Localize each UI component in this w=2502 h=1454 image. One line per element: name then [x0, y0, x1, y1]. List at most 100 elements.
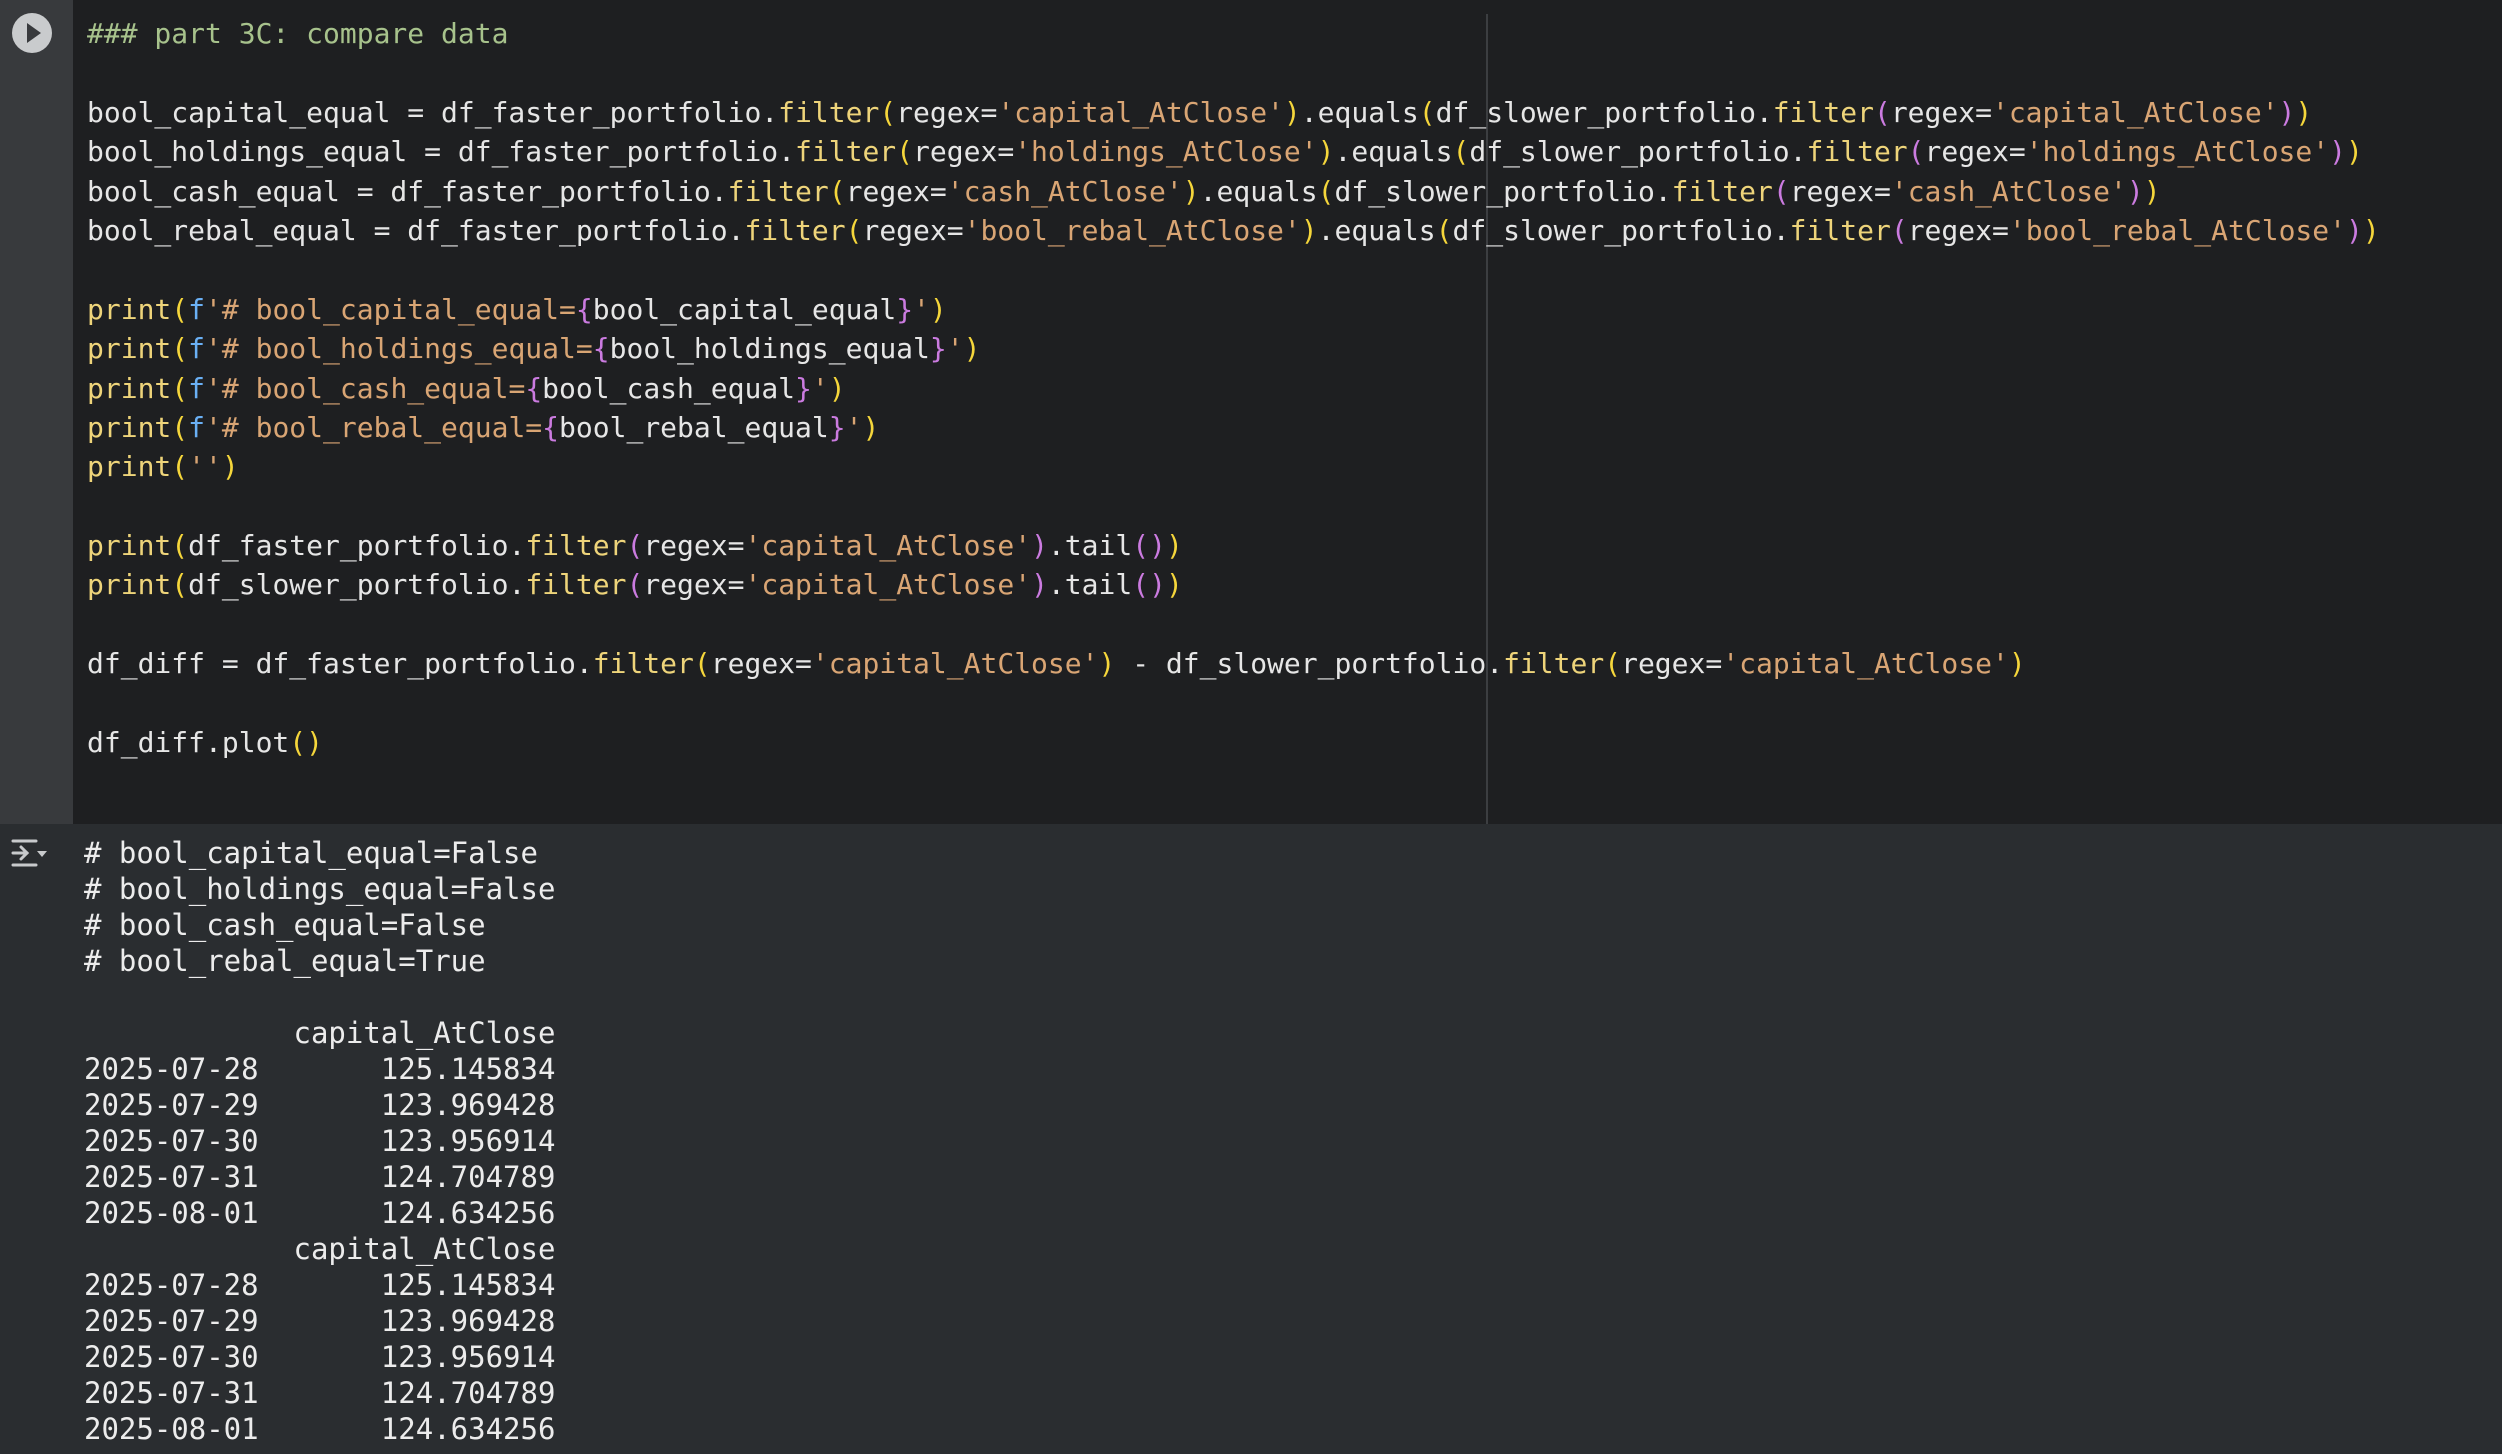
code-token: (: [1772, 174, 1790, 208]
code-token: (: [171, 450, 189, 484]
code-token: (: [626, 529, 644, 563]
code-token: ): [862, 410, 880, 444]
code-token: ): [929, 292, 947, 326]
code-token: ): [1317, 135, 1335, 169]
code-token: df_slower_portfolio.: [188, 568, 526, 602]
output-line: 2025-08-01 124.634256: [84, 1196, 556, 1230]
code-token: (: [171, 410, 189, 444]
code-token: 'holdings_AtClose': [2025, 135, 2330, 169]
code-token: filter: [1772, 95, 1874, 129]
code-token: .equals: [1300, 95, 1419, 129]
code-token: regex=: [643, 529, 745, 563]
code-token: regex=: [643, 568, 745, 602]
code-token: (: [171, 292, 189, 326]
output-line: 2025-07-30 123.956914: [84, 1340, 556, 1374]
code-token: (: [171, 332, 189, 366]
code-token: filter: [744, 213, 846, 247]
code-token: (: [171, 371, 189, 405]
code-token: (: [1907, 135, 1925, 169]
code-token: ': [845, 410, 863, 444]
code-token: 'bool_rebal_AtClose': [963, 213, 1301, 247]
code-token: {: [542, 410, 560, 444]
code-token: ): [2278, 95, 2296, 129]
code-token: filter: [727, 174, 829, 208]
code-token: ): [2345, 135, 2363, 169]
code-line: print(f'# bool_capital_equal={bool_capit…: [87, 290, 2380, 329]
code-token: regex=: [1789, 174, 1891, 208]
code-token: ): [2143, 174, 2161, 208]
code-token: 'cash_AtClose': [1890, 174, 2127, 208]
output-line: 2025-07-29 123.969428: [84, 1088, 556, 1122]
code-token: f: [188, 332, 206, 366]
output-line: capital_AtClose: [84, 1232, 556, 1266]
code-token: bool_holdings_equal = df_faster_portfoli…: [87, 135, 796, 169]
code-token: (: [879, 95, 897, 129]
code-token: df_slower_portfolio.: [1435, 95, 1773, 129]
code-token: print: [87, 371, 172, 405]
code-token: 'capital_AtClose': [1991, 95, 2279, 129]
code-token: (: [693, 647, 711, 681]
code-line: bool_capital_equal = df_faster_portfolio…: [87, 93, 2380, 132]
code-line: ### part 3C: compare data: [87, 14, 2380, 53]
code-token: 'capital_AtClose': [997, 95, 1284, 129]
output-line: # bool_capital_equal=False: [84, 836, 538, 870]
cell-output: # bool_capital_equal=False # bool_holding…: [0, 824, 2502, 1454]
code-token: ): [1098, 647, 1116, 681]
code-token: ): [1165, 529, 1183, 563]
code-token: '': [188, 450, 222, 484]
code-token: filter: [795, 135, 897, 169]
code-line: print(f'# bool_cash_equal={bool_cash_equ…: [87, 369, 2380, 408]
code-token: 'capital_AtClose': [744, 529, 1032, 563]
code-token: - df_slower_portfolio.: [1115, 647, 1504, 681]
code-token: ): [1031, 568, 1048, 602]
code-token: ': [811, 371, 829, 405]
cell-gutter: [0, 0, 73, 824]
output-line: # bool_holdings_equal=False: [84, 872, 556, 906]
code-token: ': [946, 332, 964, 366]
collapse-output-icon[interactable]: [10, 835, 50, 871]
code-token: 'holdings_AtClose': [1014, 135, 1318, 169]
output-line: 2025-07-29 123.969428: [84, 1304, 556, 1338]
code-token: }: [929, 332, 947, 366]
code-cell: ### part 3C: compare data bool_capital_eq…: [0, 0, 2502, 824]
code-token: (: [289, 726, 307, 760]
run-cell-button[interactable]: [12, 13, 52, 53]
code-token: ): [2008, 647, 2026, 681]
code-token: regex=: [896, 95, 998, 129]
code-token: filter: [1671, 174, 1773, 208]
code-token: df_diff = df_faster_portfolio.: [87, 647, 593, 681]
code-token: {: [575, 292, 593, 326]
code-token: 'capital_AtClose': [744, 568, 1032, 602]
code-token: (: [845, 213, 863, 247]
code-editor[interactable]: ### part 3C: compare data bool_capital_eq…: [87, 14, 2380, 762]
code-token: ): [221, 450, 239, 484]
code-token: print: [87, 450, 172, 484]
code-token: filter: [525, 529, 627, 563]
code-token: ### part 3C: compare data: [87, 17, 509, 50]
code-token: ): [2295, 95, 2313, 129]
code-line: print(df_faster_portfolio.filter(regex='…: [87, 526, 2380, 565]
code-token: }: [795, 371, 812, 405]
code-token: bool_rebal_equal: [559, 410, 829, 444]
code-token: (: [1132, 529, 1150, 563]
output-line: # bool_cash_equal=False: [84, 908, 486, 942]
code-token: ): [1031, 529, 1048, 563]
code-line: df_diff.plot(): [87, 723, 2380, 762]
output-text: # bool_capital_equal=False # bool_holding…: [84, 835, 555, 1447]
output-line: 2025-07-31 124.704789: [84, 1160, 556, 1194]
code-token: bool_cash_equal: [542, 371, 796, 405]
code-token: (: [1890, 213, 1908, 247]
code-token: bool_capital_equal = df_faster_portfolio…: [87, 95, 779, 129]
code-token: bool_rebal_equal = df_faster_portfolio.: [87, 213, 745, 247]
code-token: regex=: [1621, 647, 1723, 681]
code-token: print: [87, 529, 172, 563]
code-token: f: [188, 371, 206, 405]
code-token: regex=: [845, 174, 947, 208]
code-token: ): [1149, 568, 1166, 602]
code-token: (: [1317, 174, 1335, 208]
